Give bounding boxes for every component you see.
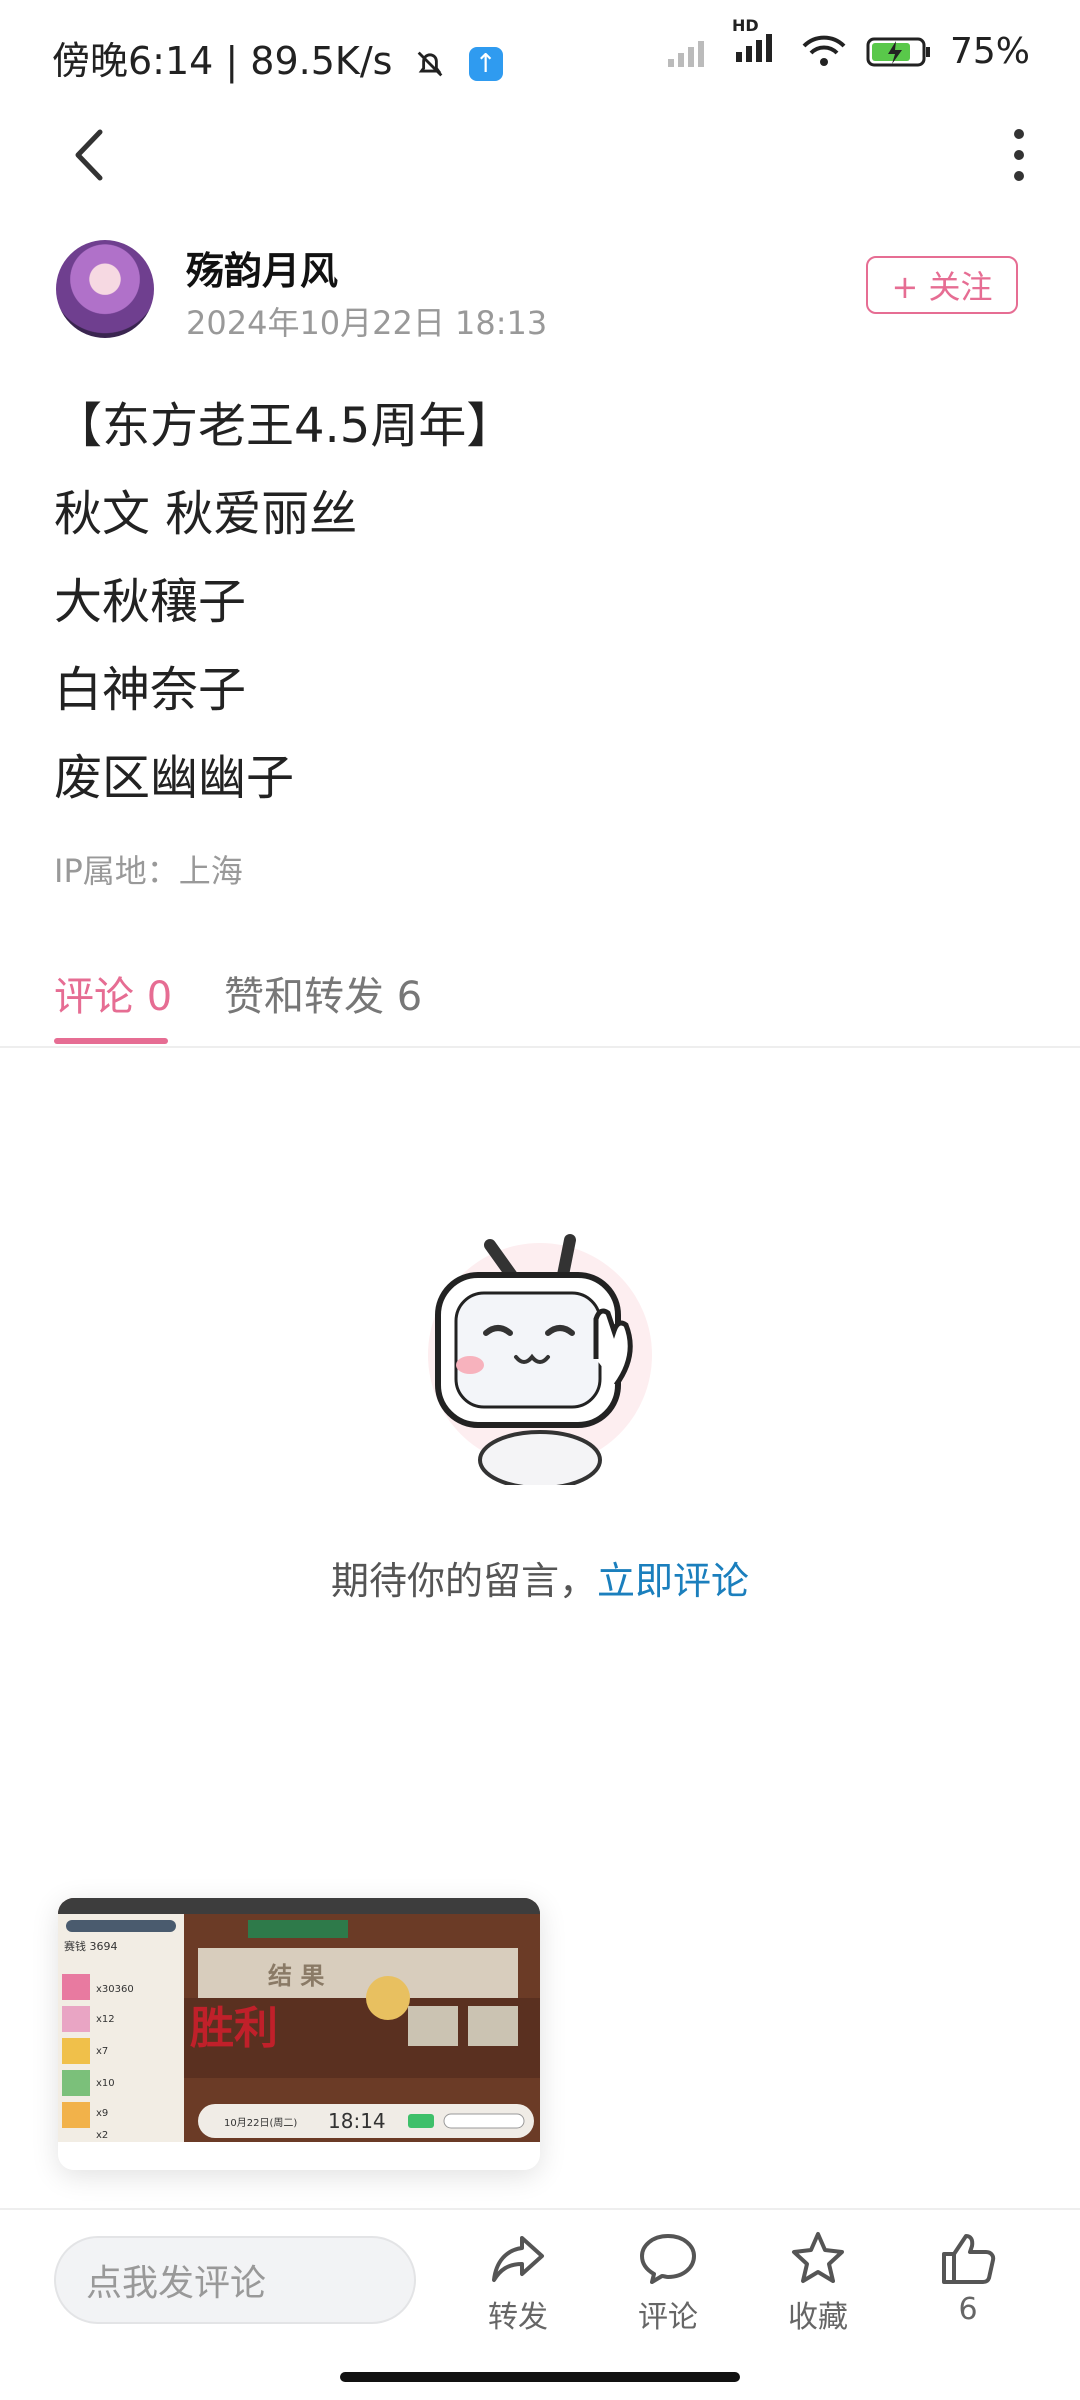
content-line: 废区幽幽子 — [54, 750, 295, 806]
content-line: 大秋穰子 — [54, 574, 247, 630]
post-content: 【东方老王4.5周年】 秋文 秋爱丽丝 大秋穰子 白神奈子 废区幽幽子 — [54, 382, 1034, 822]
star-icon — [792, 2232, 844, 2283]
network-type: HD — [731, 16, 759, 35]
comment-bubble-icon — [640, 2234, 696, 2284]
author-name[interactable]: 殇韵月风 — [186, 240, 338, 295]
avatar[interactable] — [56, 240, 154, 338]
battery-percent: 75% — [949, 31, 1030, 72]
content-line: 【东方老王4.5周年】 — [54, 398, 515, 454]
empty-comments-message: 期待你的留言，立即评论 — [0, 1550, 1080, 1605]
floating-video-window[interactable]: 赛钱 3694 x30360 x12 x7 x10 x9 x2 结 果 胜利 1… — [58, 1898, 540, 2170]
follow-button[interactable]: + 关注 — [866, 256, 1018, 314]
chevron-left-icon[interactable] — [60, 120, 120, 190]
item-count: x9 — [96, 2108, 108, 2119]
wifi-icon — [802, 35, 846, 66]
signal-weak-icon — [667, 40, 704, 67]
status-indicators: HD 75% — [666, 16, 1030, 73]
more-vertical-icon[interactable] — [1004, 120, 1034, 190]
content-line: 白神奈子 — [54, 662, 247, 718]
home-indicator[interactable] — [340, 2372, 740, 2382]
tab-comments[interactable]: 评论 0 — [54, 964, 172, 1022]
pip-time: 18:14 — [328, 2109, 386, 2133]
status-time-text: 傍晚6:14 | 89.5K/s — [52, 39, 393, 83]
share-icon — [492, 2236, 544, 2282]
like-count: 6 — [958, 2292, 978, 2327]
content-line: 秋文 秋爱丽丝 — [54, 486, 358, 542]
empty-text: 期待你的留言， — [330, 1559, 597, 1603]
game-result-screenshot: 赛钱 3694 x30360 x12 x7 x10 x9 x2 结 果 胜利 1… — [58, 1898, 540, 2170]
item-count: x12 — [96, 2014, 115, 2025]
comment-input[interactable]: 点我发评论 — [54, 2236, 416, 2324]
item-count: x2 — [96, 2130, 108, 2141]
item-count: x7 — [96, 2046, 108, 2057]
like-button[interactable]: 6 — [908, 2230, 1028, 2327]
victory-text: 胜利 — [190, 2003, 278, 2054]
currency-label: 赛钱 3694 — [64, 1939, 118, 1953]
divider — [0, 2208, 1080, 2210]
result-title: 结 果 — [268, 1962, 324, 1990]
upload-badge-icon: ↑ — [468, 46, 503, 81]
favorite-label: 收藏 — [788, 2300, 848, 2335]
post-time: 2024年10月22日 18:13 — [186, 304, 548, 342]
mute-bell-icon — [417, 51, 442, 76]
ip-location: IP属地：上海 — [54, 852, 243, 890]
share-label: 转发 — [488, 2300, 548, 2335]
tab-active-indicator — [54, 1038, 168, 1044]
pip-date: 10月22日(周二) — [224, 2117, 297, 2129]
status-time: 傍晚6:14 | 89.5K/s ↑ — [52, 30, 503, 85]
item-count: x10 — [96, 2078, 115, 2089]
tv-mascot-icon — [428, 1234, 652, 1485]
status-bar: 傍晚6:14 | 89.5K/s ↑ HD 75% — [0, 0, 1080, 110]
item-count: x30360 — [96, 1984, 134, 1995]
tab-likes-reposts[interactable]: 赞和转发 6 — [224, 964, 422, 1022]
signal-strong-icon — [735, 34, 772, 62]
battery-charging-icon — [866, 37, 930, 66]
comment-button[interactable]: 评论 — [608, 2230, 728, 2336]
favorite-button[interactable]: 收藏 — [758, 2230, 878, 2336]
divider — [0, 1046, 1080, 1048]
comment-label: 评论 — [638, 2300, 698, 2335]
share-button[interactable]: 转发 — [458, 2230, 578, 2336]
comment-now-link[interactable]: 立即评论 — [597, 1559, 749, 1603]
thumbs-up-icon — [942, 2234, 996, 2284]
